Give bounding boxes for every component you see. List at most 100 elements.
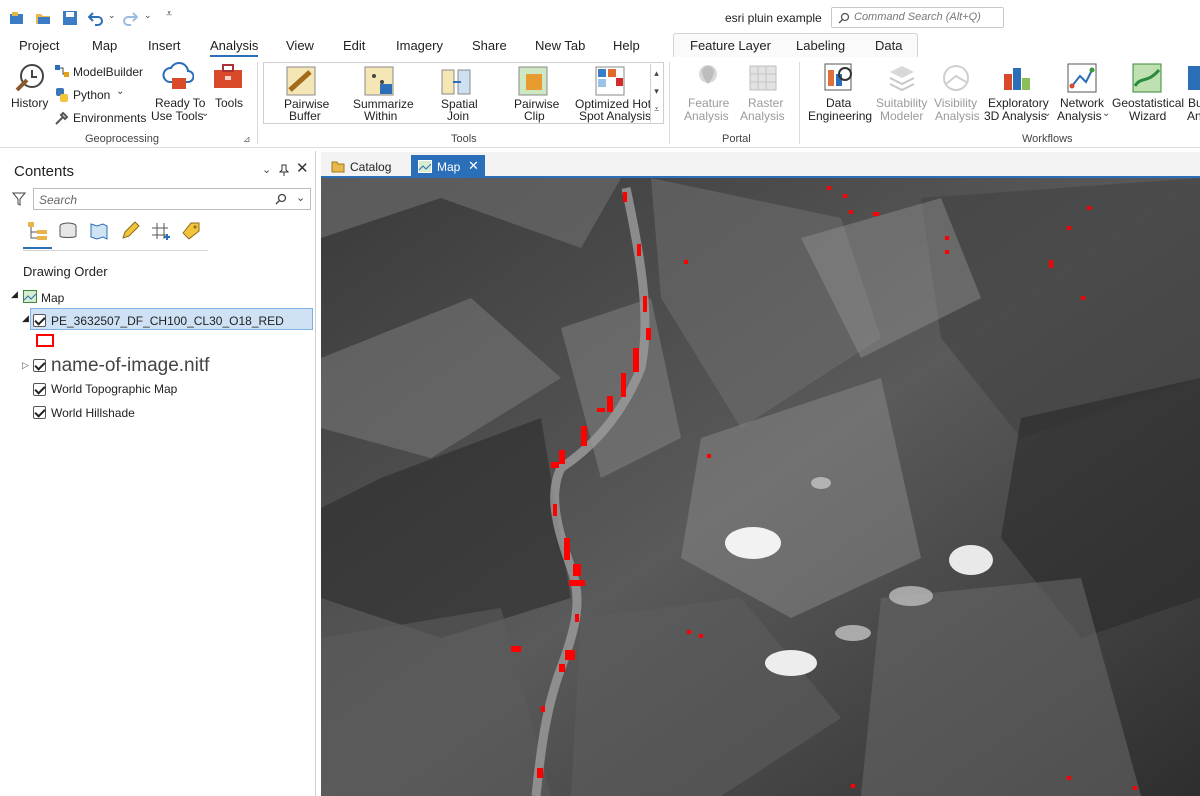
exploratory-3d-button[interactable]: 3D Analysis [984, 110, 1047, 123]
quick-access-toolbar: ⌄ ⌄ ⩡ esri pluin example Command Search … [0, 0, 1200, 36]
modelbuilder-button[interactable]: ModelBuilder [73, 66, 143, 79]
geostatistical-wizard-button[interactable]: Wizard [1129, 110, 1166, 123]
geoprocessing-launcher-icon[interactable]: ⊿ [243, 134, 251, 145]
feature-analysis-button[interactable]: Analysis [684, 110, 729, 123]
list-by-drawing-order-icon[interactable] [27, 221, 49, 241]
close-pane-icon[interactable]: ✕ [296, 159, 309, 177]
visibility-analysis-button[interactable]: Analysis [935, 110, 980, 123]
undo-dropdown-icon[interactable]: ⌄ [108, 10, 116, 21]
command-search-placeholder: Command Search (Alt+Q) [854, 11, 981, 23]
filter-icon[interactable] [12, 192, 26, 206]
pane-options-icon[interactable]: ⌄ [262, 163, 271, 176]
tab-analysis[interactable]: Analysis [210, 38, 259, 57]
gallery-up-icon[interactable]: ▴ [651, 64, 662, 82]
drawing-order-heading: Drawing Order [23, 264, 108, 279]
expand-layer-icon[interactable]: ◢ [22, 313, 29, 324]
tab-project[interactable]: Project [19, 38, 59, 53]
collapse-layer-icon[interactable]: ▷ [22, 360, 29, 371]
network-analysis-button[interactable]: Analysis [1057, 110, 1102, 123]
map-icon [23, 290, 37, 303]
optimized-hot-spot-label-2[interactable]: Spot Analysis [579, 110, 651, 123]
tab-help[interactable]: Help [613, 38, 640, 53]
exploratory-3d-dropdown-icon[interactable]: ⌄ [1043, 108, 1051, 119]
list-by-selection-icon[interactable] [89, 221, 109, 241]
ribbon-analysis: History ModelBuilder Python ⌄ Environmen… [0, 58, 1200, 148]
tools-toolbox-icon [214, 64, 242, 88]
spatial-join-label-2[interactable]: Join [447, 110, 469, 123]
history-button[interactable]: History [11, 97, 48, 110]
layer-visibility-checkbox[interactable] [33, 383, 46, 396]
layer-name[interactable]: PE_3632507_DF_CH100_CL30_O18_RED [51, 314, 284, 328]
tab-share[interactable]: Share [472, 38, 507, 53]
search-options-icon[interactable]: ⌄ [296, 191, 305, 204]
tab-edit[interactable]: Edit [343, 38, 365, 53]
list-by-editing-icon[interactable] [120, 221, 140, 241]
layer-name[interactable]: name-of-image.nitf [51, 355, 209, 377]
redo-icon[interactable] [122, 10, 138, 26]
layer-visibility-checkbox[interactable] [33, 314, 46, 327]
list-by-labeling-icon[interactable] [181, 221, 203, 241]
raster-analysis-button[interactable]: Analysis [740, 110, 785, 123]
pin-icon[interactable] [279, 164, 289, 176]
layer-visibility-checkbox[interactable] [33, 359, 46, 372]
tab-map-view[interactable]: Map ✕ [411, 155, 485, 178]
save-icon[interactable] [62, 10, 78, 26]
python-dropdown-icon[interactable]: ⌄ [116, 86, 124, 97]
group-workflows: Workflows [1022, 133, 1073, 145]
command-search-input[interactable]: Command Search (Alt+Q) [831, 7, 1004, 28]
satellite-imagery [321, 178, 1200, 796]
tab-map[interactable]: Map [92, 38, 117, 53]
pairwise-buffer-icon [286, 66, 316, 96]
close-tab-icon[interactable]: ✕ [468, 158, 479, 174]
layer-name[interactable]: World Topographic Map [51, 382, 177, 396]
ready-to-use-dropdown-icon[interactable]: ⌄ [201, 108, 209, 119]
list-by-data-source-icon[interactable] [58, 221, 78, 241]
tab-catalog[interactable]: Catalog [324, 155, 410, 178]
exploratory-3d-icon [1004, 68, 1030, 90]
pairwise-buffer-label-2[interactable]: Buffer [289, 110, 321, 123]
undo-icon[interactable] [88, 10, 104, 26]
tab-data[interactable]: Data [875, 38, 902, 53]
ready-to-use-tools-icon [162, 62, 194, 89]
tab-imagery[interactable]: Imagery [396, 38, 443, 53]
new-project-icon[interactable] [9, 10, 25, 26]
raster-analysis-icon [749, 65, 777, 91]
expand-map-icon[interactable]: ◢ [11, 289, 18, 300]
python-icon [56, 88, 68, 102]
layer-visibility-checkbox[interactable] [33, 406, 46, 419]
layer-symbol-swatch[interactable] [36, 334, 54, 347]
summarize-within-label-2[interactable]: Within [364, 110, 397, 123]
redo-dropdown-icon[interactable]: ⌄ [144, 10, 152, 21]
gallery-down-icon[interactable]: ▾ [651, 82, 662, 100]
layer-name[interactable]: World Hillshade [51, 406, 135, 420]
business-analyst-button[interactable]: An [1187, 110, 1200, 123]
network-analysis-dropdown-icon[interactable]: ⌄ [1102, 108, 1110, 119]
gallery-expand-icon[interactable]: ⩡ [651, 100, 662, 118]
tab-labeling[interactable]: Labeling [796, 38, 845, 53]
suitability-modeler-button[interactable]: Modeler [880, 110, 923, 123]
python-button[interactable]: Python [73, 89, 110, 102]
customize-qat-icon[interactable]: ⩡ [166, 8, 172, 21]
search-icon[interactable] [275, 193, 287, 205]
pairwise-clip-label-2[interactable]: Clip [524, 110, 545, 123]
tools-button[interactable]: Tools [215, 97, 243, 110]
contents-search-input[interactable]: Search [33, 188, 311, 210]
map-node[interactable]: Map [41, 291, 64, 305]
open-project-icon[interactable] [35, 10, 51, 26]
ready-to-use-tools-button[interactable]: Use Tools [151, 110, 203, 123]
optimized-hot-spot-icon [595, 66, 625, 96]
contents-pane: Contents ⌄ ✕ Search ⌄ Drawing Order ◢ Ma… [0, 151, 316, 796]
environments-button[interactable]: Environments [73, 112, 146, 125]
map-view[interactable] [321, 178, 1200, 796]
gallery-scroll[interactable]: ▴ ▾ ⩡ [650, 64, 662, 122]
list-by-snapping-icon[interactable] [150, 221, 172, 241]
visibility-analysis-icon [943, 65, 969, 91]
tab-view[interactable]: View [286, 38, 314, 53]
tab-feature-layer[interactable]: Feature Layer [690, 38, 771, 53]
data-engineering-icon [824, 63, 852, 91]
catalog-icon [331, 161, 345, 173]
tab-insert[interactable]: Insert [148, 38, 181, 53]
data-engineering-button[interactable]: Engineering [808, 110, 872, 123]
tab-new-tab[interactable]: New Tab [535, 38, 585, 53]
group-geoprocessing: Geoprocessing [85, 133, 159, 145]
